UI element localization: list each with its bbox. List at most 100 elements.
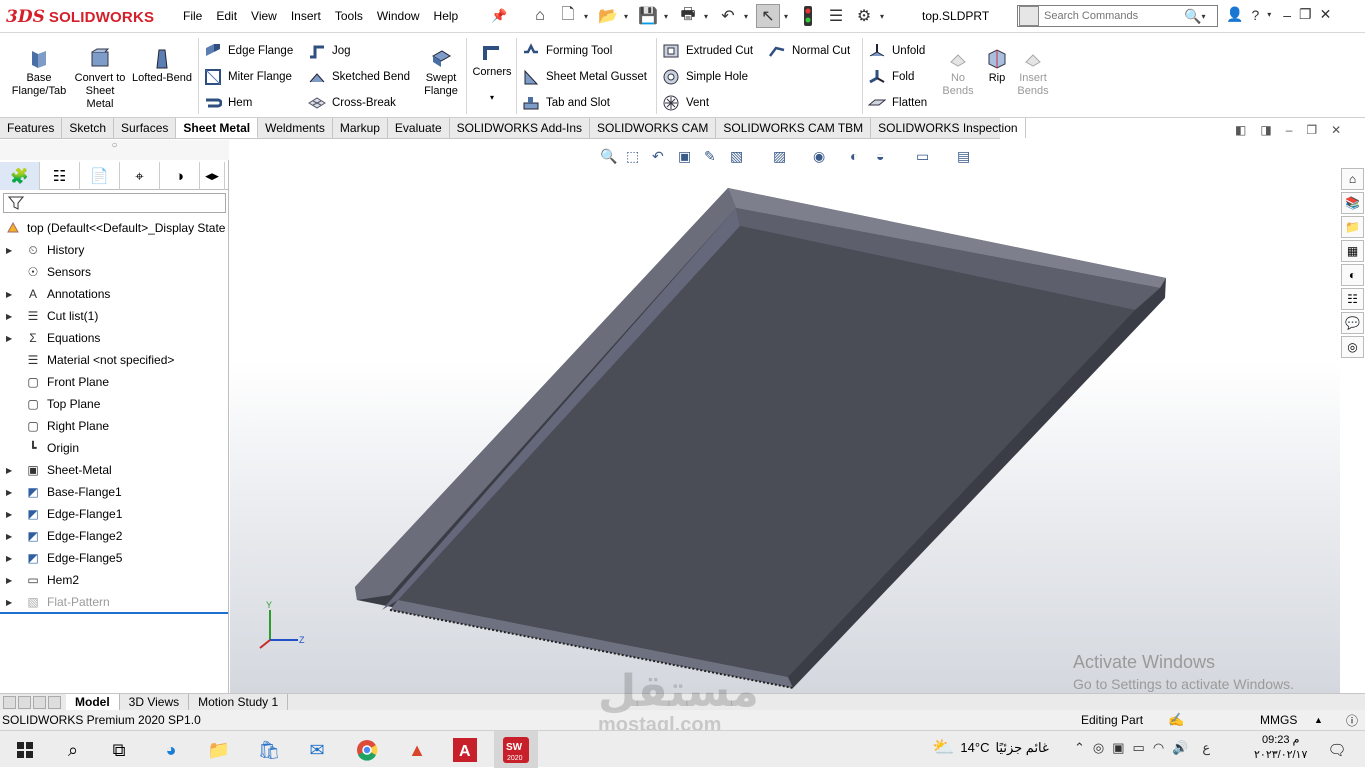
windows-start-icon[interactable] — [10, 735, 40, 765]
corners-button[interactable]: Corners ▾ — [468, 42, 516, 104]
tab-model[interactable]: Model — [66, 694, 120, 710]
tree-item[interactable]: ▶ ◩ Edge-Flange5 — [6, 547, 122, 569]
new-document-icon[interactable]: 🗋 — [556, 4, 580, 28]
tab-sheet-metal[interactable]: Sheet Metal — [176, 118, 259, 138]
tray-app-icon[interactable]: ▣ — [1112, 740, 1124, 756]
insert-bends-button[interactable]: Insert Bends — [1014, 48, 1052, 98]
tab-scroll-controls[interactable] — [0, 694, 66, 711]
tree-item[interactable]: ▶ ◩ Edge-Flange2 — [6, 525, 122, 547]
rebuild-status-icon[interactable]: ✍ — [1168, 712, 1184, 728]
task-view-icon[interactable]: ⧉ — [104, 735, 134, 765]
print-icon[interactable]: 🖶 — [676, 4, 700, 28]
tree-item[interactable]: ▶ Σ Equations — [6, 327, 100, 349]
restore-icon[interactable]: ❐ — [1299, 6, 1312, 23]
no-bends-button[interactable]: No Bends — [936, 48, 980, 98]
tab-markup[interactable]: Markup — [333, 118, 388, 138]
flatten-button[interactable]: Flatten — [868, 94, 927, 112]
extruded-cut-button[interactable]: Extruded Cut — [662, 42, 753, 60]
featuremanager-tab-icon[interactable]: 🧩 — [0, 162, 40, 190]
edge-flange-button[interactable]: Edge Flange — [204, 42, 293, 60]
mail-icon[interactable]: ✉ — [302, 735, 332, 765]
tab-weldments[interactable]: Weldments — [258, 118, 333, 138]
tray-expand-icon[interactable]: ⌃ — [1074, 740, 1085, 756]
volume-icon[interactable]: 🔊 — [1172, 740, 1188, 756]
expand-arrow-icon[interactable]: ▶ — [6, 246, 16, 255]
normal-cut-button[interactable]: Normal Cut — [768, 42, 850, 60]
propertymanager-tab-icon[interactable]: ☷ — [40, 162, 80, 190]
tree-item[interactable]: ┗ Origin — [6, 437, 79, 459]
menu-file[interactable]: File — [176, 7, 209, 25]
file-explorer-icon[interactable]: 📁 — [1341, 216, 1364, 238]
convert-to-sheet-metal-button[interactable]: Convert to Sheet Metal — [74, 48, 126, 111]
menu-insert[interactable]: Insert — [284, 7, 328, 25]
dimxpert-tab-icon[interactable]: ⌖ — [120, 162, 160, 190]
clock[interactable]: 09:23 م ٢٠٢٣/٠٢/١٧ — [1254, 733, 1307, 763]
menu-tools[interactable]: Tools — [328, 7, 370, 25]
battery-icon[interactable]: ▭ — [1133, 740, 1145, 756]
undo-icon[interactable]: ↶ — [716, 4, 740, 28]
sheet-metal-part-model[interactable]: 🔍 ⬚ ↶ ▣ ✎ ▧ ▨ ◉ ◐ ◒ ▭ ▤ Y Z — [230, 140, 1340, 693]
search-icon[interactable]: 🔍 — [1184, 8, 1201, 25]
doc-close-icon[interactable]: ✕ — [1331, 123, 1341, 137]
unit-system[interactable]: MMGS — [1260, 713, 1297, 727]
open-icon[interactable]: 📂 — [596, 4, 620, 28]
jog-button[interactable]: Jog — [308, 42, 351, 60]
search-taskbar-icon[interactable]: ⌕ — [58, 735, 88, 765]
expand-arrow-icon[interactable]: ▶ — [6, 488, 16, 497]
search-input[interactable] — [1044, 10, 1184, 22]
select-pointer-icon[interactable]: ↖ — [756, 4, 780, 28]
weather-widget[interactable]: ⛅ 14°C غائم جزئيًا — [932, 737, 1049, 758]
expand-arrow-icon[interactable]: ▶ — [6, 334, 16, 343]
sheet-metal-gusset-button[interactable]: Sheet Metal Gusset — [522, 68, 647, 86]
tree-item[interactable]: ☉ Sensors — [6, 261, 91, 283]
tree-item[interactable]: ▶ A Annotations — [6, 283, 110, 305]
unfold-button[interactable]: Unfold — [868, 42, 925, 60]
cross-break-button[interactable]: Cross-Break — [308, 94, 396, 112]
collapse-panel-icon[interactable]: ◧ — [1235, 123, 1246, 137]
input-language[interactable]: ع — [1202, 740, 1210, 756]
solidworks-logo[interactable]: 3DS SOLIDWORKS — [6, 6, 154, 28]
appearances-icon[interactable]: ◐ — [1341, 264, 1364, 286]
autocad-icon[interactable]: A — [450, 735, 480, 765]
tab-motion-study[interactable]: Motion Study 1 — [189, 694, 289, 710]
menu-window[interactable]: Window — [370, 7, 427, 25]
expand-arrow-icon[interactable]: ▶ — [6, 312, 16, 321]
undo-dropdown-icon[interactable]: ▾ — [744, 12, 752, 21]
tree-item[interactable]: ▶ ▣ Sheet-Metal — [6, 459, 112, 481]
tab-3d-views[interactable]: 3D Views — [120, 694, 190, 710]
wifi-icon[interactable]: ◠ — [1153, 740, 1164, 756]
vent-button[interactable]: Vent — [662, 94, 709, 112]
sketched-bend-button[interactable]: Sketched Bend — [308, 68, 410, 86]
hem-button[interactable]: Hem — [204, 94, 252, 112]
matlab-icon[interactable]: ▲ — [402, 735, 432, 765]
expand-arrow-icon[interactable]: ▶ — [6, 510, 16, 519]
heads-up-view-toolbar[interactable]: 🔍 ⬚ ↶ ▣ ✎ ▧ ▨ ◉ ◐ ◒ ▭ ▤ — [600, 147, 970, 165]
configurationmanager-tab-icon[interactable]: 📄 — [80, 162, 120, 190]
expand-arrow-icon[interactable]: ▶ — [6, 576, 16, 585]
help-icon[interactable]: ? — [1251, 7, 1259, 23]
tab-cam[interactable]: SOLIDWORKS CAM — [590, 118, 717, 138]
expand-arrow-icon[interactable]: ▶ — [6, 598, 16, 607]
expand-arrow-icon[interactable]: ▶ — [6, 532, 16, 541]
doc-restore-icon[interactable]: ❐ — [1306, 123, 1317, 137]
options-gear-icon[interactable]: ⚙ — [852, 4, 876, 28]
3d-content-central-icon[interactable]: ◎ — [1341, 336, 1364, 358]
chrome-icon[interactable] — [352, 735, 382, 765]
file-explorer-taskbar-icon[interactable]: 📁 — [204, 735, 234, 765]
tab-evaluate[interactable]: Evaluate — [388, 118, 450, 138]
expand-arrow-icon[interactable]: ▶ — [6, 554, 16, 563]
tab-and-slot-button[interactable]: Tab and Slot — [522, 94, 610, 112]
tree-item[interactable]: ▢ Right Plane — [6, 415, 109, 437]
tree-filter[interactable] — [3, 193, 226, 213]
open-dropdown-icon[interactable]: ▾ — [624, 12, 632, 21]
tree-item[interactable]: ▶ ☰ Cut list(1) — [6, 305, 98, 327]
tab-features[interactable]: Features — [0, 118, 63, 138]
rip-button[interactable]: Rip — [982, 48, 1012, 85]
tree-root[interactable]: top (Default<<Default>_Display State — [4, 217, 225, 239]
expand-arrow-icon[interactable]: ▶ — [6, 290, 16, 299]
menu-help[interactable]: Help — [427, 7, 466, 25]
forum-icon[interactable]: 💬 — [1341, 312, 1364, 334]
tree-item[interactable]: ▶ ▧ Flat-Pattern — [6, 591, 110, 613]
tab-surfaces[interactable]: Surfaces — [114, 118, 177, 138]
corners-dropdown-icon[interactable]: ▾ — [468, 91, 516, 104]
